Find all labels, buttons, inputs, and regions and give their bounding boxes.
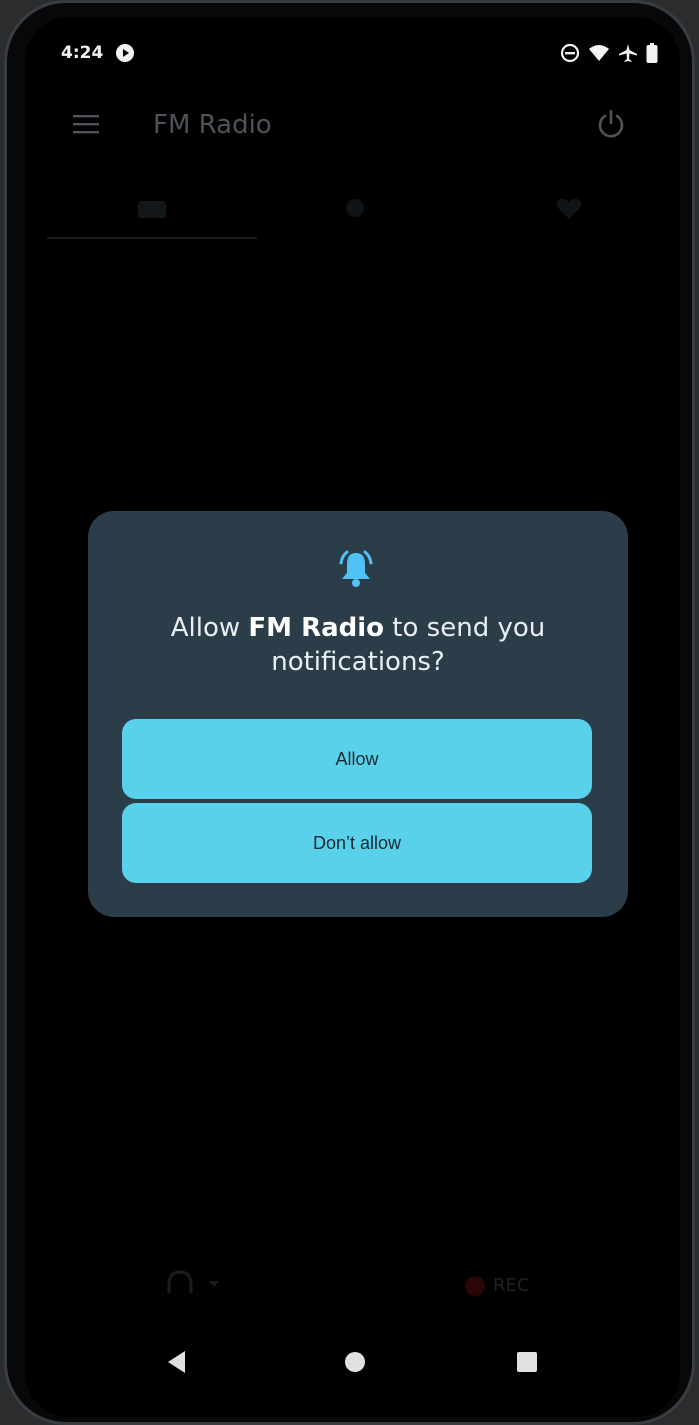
tab-favorites-icon[interactable] <box>555 197 583 225</box>
screen: 4:24 FM Radio Allow FM Radio to send you… <box>25 17 680 1417</box>
notification-permission-dialog: Allow FM Radio to send you notifications… <box>88 511 628 917</box>
power-icon <box>598 109 624 138</box>
heart-icon <box>556 198 582 219</box>
menu-button[interactable] <box>63 101 109 147</box>
tab-bar <box>47 187 657 239</box>
home-circle-icon <box>345 1352 365 1372</box>
record-label: REC <box>493 1275 530 1296</box>
dont-allow-button[interactable]: Don’t allow <box>122 803 592 883</box>
phone-frame: 4:24 FM Radio Allow FM Radio to send you… <box>4 0 695 1425</box>
nav-recents-button[interactable] <box>505 1339 549 1385</box>
radio-icon <box>138 201 166 218</box>
status-icons <box>560 43 658 63</box>
record-button[interactable]: REC <box>465 1275 529 1296</box>
power-button[interactable] <box>585 99 637 149</box>
do-not-disturb-icon <box>560 43 580 63</box>
bell-ringing-icon <box>339 550 373 587</box>
back-triangle-icon <box>168 1351 185 1373</box>
headset-icon <box>167 1270 219 1293</box>
tab-underline <box>47 237 257 239</box>
message-app-name: FM Radio <box>248 613 385 643</box>
record-dot-icon <box>465 1275 485 1296</box>
message-prefix: Allow <box>170 613 249 643</box>
tab-fm-icon[interactable] <box>137 197 167 223</box>
status-bar: 4:24 <box>25 41 680 69</box>
dialog-message: Allow FM Radio to send you notifications… <box>118 611 598 679</box>
list-icon <box>346 199 364 217</box>
nav-back-button[interactable] <box>155 1339 199 1385</box>
allow-button[interactable]: Allow <box>122 719 592 799</box>
audio-output-button[interactable] <box>165 1269 225 1303</box>
nav-home-button[interactable] <box>333 1339 377 1385</box>
battery-icon <box>646 43 658 63</box>
recents-square-icon <box>517 1352 537 1372</box>
hamburger-menu-icon <box>73 115 99 134</box>
media-play-icon <box>116 44 134 62</box>
status-time: 4:24 <box>61 43 104 63</box>
wifi-icon <box>589 45 609 61</box>
app-title: FM Radio <box>153 110 272 140</box>
app-bar: FM Radio <box>25 93 680 153</box>
tab-list-icon[interactable] <box>343 197 367 223</box>
airplane-icon <box>619 44 637 62</box>
